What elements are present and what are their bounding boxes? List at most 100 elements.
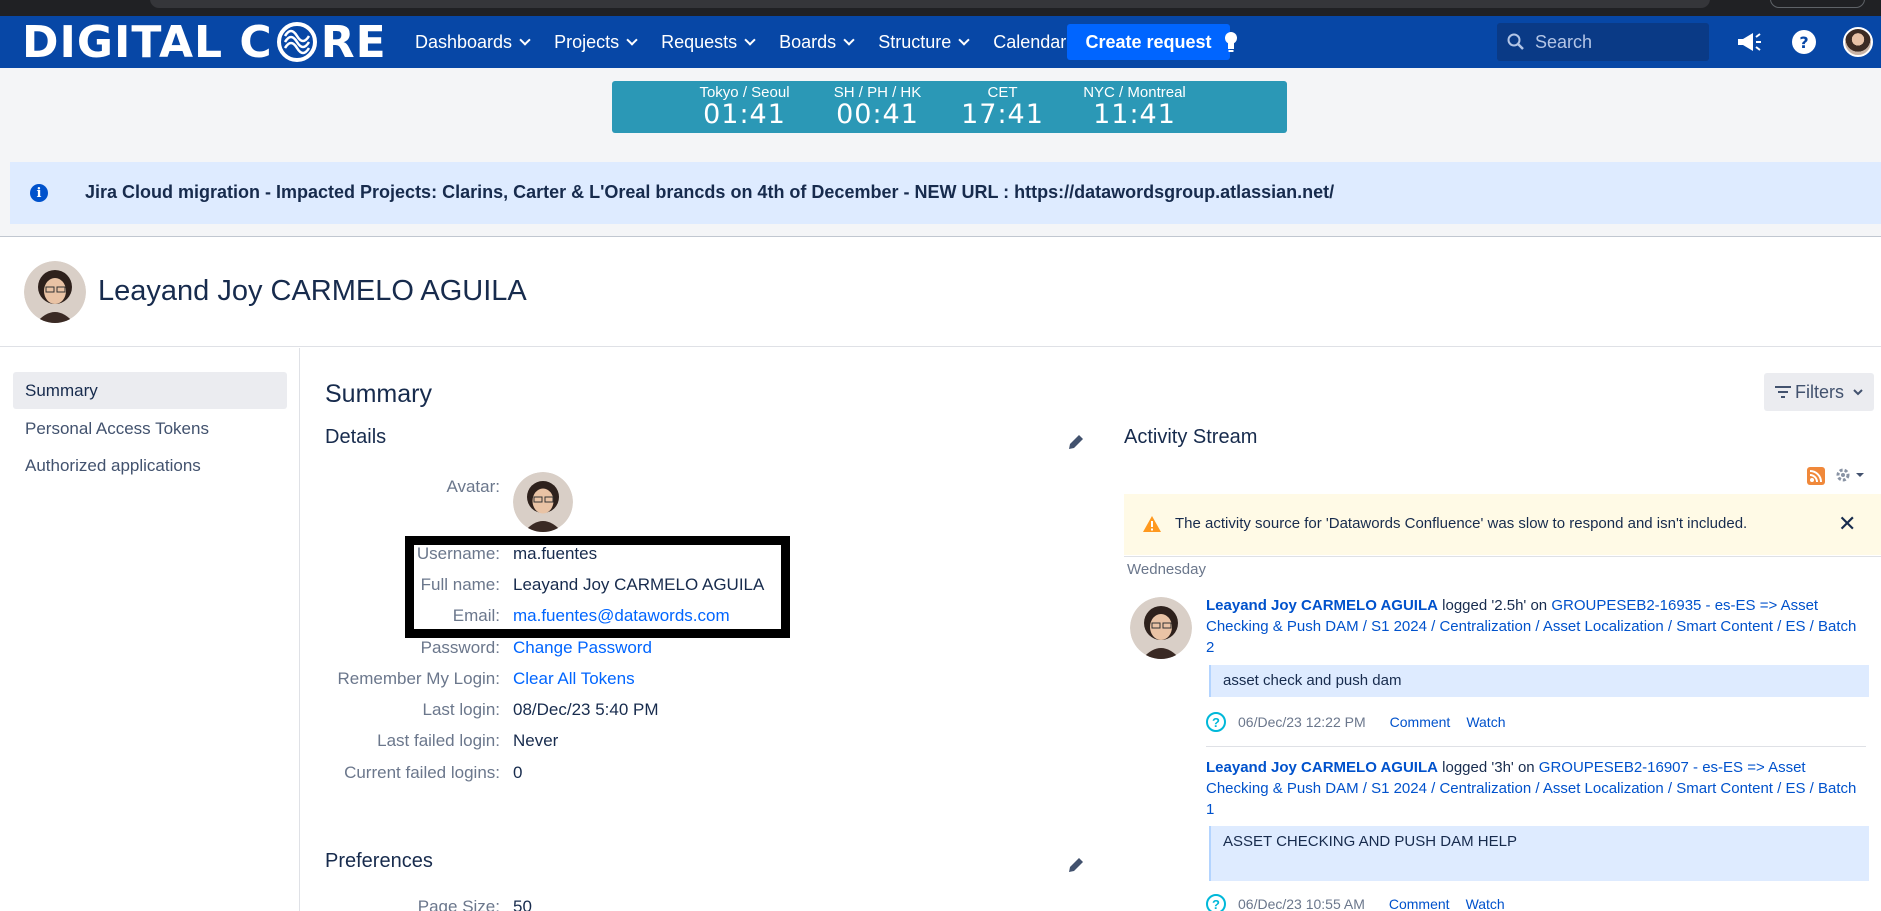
lightbulb-icon[interactable] bbox=[1217, 28, 1245, 56]
announcement-banner: i Jira Cloud migration - Impacted Projec… bbox=[10, 162, 1881, 224]
nav-structure[interactable]: Structure bbox=[878, 31, 970, 53]
warning-icon bbox=[1143, 516, 1161, 532]
comment-link[interactable]: Comment bbox=[1389, 896, 1450, 911]
logo-swirl-icon bbox=[276, 22, 317, 62]
gear-icon[interactable] bbox=[1835, 466, 1865, 486]
help-icon[interactable]: ? bbox=[1788, 26, 1820, 58]
activity-user-link[interactable]: Leayand Joy CARMELO AGUILA bbox=[1206, 759, 1438, 776]
megaphone-icon[interactable] bbox=[1733, 26, 1765, 58]
page-title: Summary bbox=[325, 380, 432, 408]
activity-comment: ASSET CHECKING AND PUSH DAM HELP bbox=[1209, 826, 1869, 881]
chevron-down-icon bbox=[744, 33, 756, 46]
activity-user-link[interactable]: Leayand Joy CARMELO AGUILA bbox=[1206, 597, 1438, 614]
edit-details-icon[interactable] bbox=[1066, 432, 1086, 452]
search-icon bbox=[1507, 33, 1524, 50]
search-input[interactable]: Search bbox=[1497, 23, 1709, 61]
worklog-icon: ? bbox=[1206, 894, 1226, 911]
preferences-heading: Preferences bbox=[325, 850, 433, 872]
profile-name: Leayand Joy CARMELO AGUILA bbox=[98, 275, 527, 307]
activity-meta: ? 06/Dec/23 12:22 PM Comment Watch bbox=[1206, 712, 1505, 732]
activity-action: logged '3h' on bbox=[1437, 759, 1539, 776]
last-failed-login-value: Never bbox=[513, 731, 559, 750]
current-failed-logins-value: 0 bbox=[513, 763, 523, 782]
nav-projects-label: Projects bbox=[554, 31, 620, 52]
nav-menu: Dashboards Projects Requests Boards Stru… bbox=[415, 16, 1091, 68]
banner-text: Jira Cloud migration - Impacted Projects… bbox=[85, 182, 1335, 202]
password-label: Password: bbox=[420, 638, 500, 657]
clock-time: 00:41 bbox=[836, 99, 919, 130]
nav-boards[interactable]: Boards bbox=[779, 31, 855, 53]
watch-link[interactable]: Watch bbox=[1466, 896, 1505, 911]
activity-meta: ? 06/Dec/23 10:55 AM Comment Watch bbox=[1206, 894, 1505, 911]
clock-time: 17:41 bbox=[961, 99, 1044, 130]
browser-button[interactable] bbox=[1770, 0, 1865, 8]
sidebar-item-personal-access-tokens[interactable]: Personal Access Tokens bbox=[13, 410, 287, 447]
activity-time: 06/Dec/23 10:55 AM bbox=[1238, 896, 1365, 911]
page-size-value: 50 bbox=[513, 897, 532, 911]
activity-comment: asset check and push dam bbox=[1209, 665, 1869, 697]
browser-chrome bbox=[0, 0, 1881, 16]
svg-text:?: ? bbox=[1799, 33, 1808, 52]
nav-boards-label: Boards bbox=[779, 31, 837, 52]
clock-time: 11:41 bbox=[1093, 99, 1176, 130]
nav-projects[interactable]: Projects bbox=[554, 31, 638, 53]
activity-avatar[interactable] bbox=[1130, 597, 1192, 659]
remember-login-label: Remember My Login: bbox=[337, 669, 500, 688]
chevron-down-icon bbox=[519, 33, 531, 46]
watch-link[interactable]: Watch bbox=[1466, 714, 1505, 730]
nav-structure-label: Structure bbox=[878, 31, 952, 52]
current-failed-logins-label: Current failed logins: bbox=[344, 763, 500, 782]
create-request-button[interactable]: Create request bbox=[1067, 24, 1230, 60]
clock-time: 01:41 bbox=[703, 99, 786, 130]
nav-requests[interactable]: Requests bbox=[661, 31, 756, 53]
logo-text-left: DIGITAL C bbox=[22, 16, 273, 68]
world-clock-widget: Tokyo / Seoul 01:41 SH / PH / HK 00:41 C… bbox=[612, 81, 1287, 133]
rss-icon[interactable] bbox=[1807, 467, 1825, 485]
details-heading: Details bbox=[325, 426, 387, 448]
activity-entry-text: Leayand Joy CARMELO AGUILA logged '2.5h'… bbox=[1206, 595, 1866, 658]
day-label: Wednesday bbox=[1127, 561, 1206, 578]
warning-text: The activity source for 'Datawords Confl… bbox=[1175, 515, 1748, 532]
filters-button[interactable]: Filters bbox=[1764, 373, 1874, 411]
divider bbox=[1124, 556, 1881, 557]
chevron-down-icon bbox=[1853, 389, 1863, 396]
activity-entry-text: Leayand Joy CARMELO AGUILA logged '3h' o… bbox=[1206, 757, 1866, 820]
activity-action: logged '2.5h' on bbox=[1437, 597, 1552, 614]
comment-link[interactable]: Comment bbox=[1390, 714, 1451, 730]
last-login-value: 08/Dec/23 5:40 PM bbox=[513, 700, 659, 719]
clock-nyc: NYC / Montreal 11:41 bbox=[1072, 84, 1197, 129]
activity-time: 06/Dec/23 12:22 PM bbox=[1238, 714, 1366, 730]
clear-tokens-link[interactable]: Clear All Tokens bbox=[513, 669, 635, 689]
clock-sh: SH / PH / HK 00:41 bbox=[825, 84, 930, 129]
sidebar-item-summary[interactable]: Summary bbox=[13, 372, 287, 409]
highlight-annotation-box bbox=[405, 536, 790, 638]
activity-stream-heading: Activity Stream bbox=[1124, 426, 1258, 448]
clock-cet: CET 17:41 bbox=[950, 84, 1055, 129]
page-size-label: Page Size: bbox=[417, 897, 500, 911]
browser-address-bar[interactable] bbox=[150, 0, 1710, 8]
chevron-down-icon bbox=[843, 33, 855, 46]
edit-preferences-icon[interactable] bbox=[1066, 855, 1086, 875]
digital-core-logo[interactable]: DIGITAL C RE bbox=[22, 17, 387, 68]
close-icon[interactable]: ✕ bbox=[1838, 511, 1856, 537]
activity-warning: The activity source for 'Datawords Confl… bbox=[1124, 494, 1881, 555]
nav-dashboards[interactable]: Dashboards bbox=[415, 32, 531, 53]
nav-calendar[interactable]: Calendar bbox=[993, 32, 1066, 53]
profile-sidebar: Summary Personal Access Tokens Authorize… bbox=[0, 348, 300, 911]
avatar-label: Avatar: bbox=[446, 477, 500, 496]
nav-requests-label: Requests bbox=[661, 31, 738, 52]
nav-calendar-label: Calendar bbox=[993, 31, 1067, 52]
worklog-icon: ? bbox=[1206, 712, 1226, 732]
clock-tokyo: Tokyo / Seoul 01:41 bbox=[692, 84, 797, 129]
change-password-link[interactable]: Change Password bbox=[513, 638, 652, 658]
top-navigation: DIGITAL C RE Dashboards Projects Request… bbox=[0, 16, 1881, 68]
filters-label: Filters bbox=[1795, 381, 1844, 402]
search-placeholder: Search bbox=[1535, 31, 1593, 52]
info-icon: i bbox=[30, 184, 48, 202]
chevron-down-icon bbox=[626, 33, 638, 46]
user-avatar[interactable] bbox=[1843, 27, 1873, 57]
chevron-down-icon bbox=[958, 33, 970, 46]
details-avatar[interactable] bbox=[513, 472, 573, 532]
profile-header: Leayand Joy CARMELO AGUILA bbox=[0, 237, 1881, 347]
last-failed-login-label: Last failed login: bbox=[377, 731, 500, 750]
